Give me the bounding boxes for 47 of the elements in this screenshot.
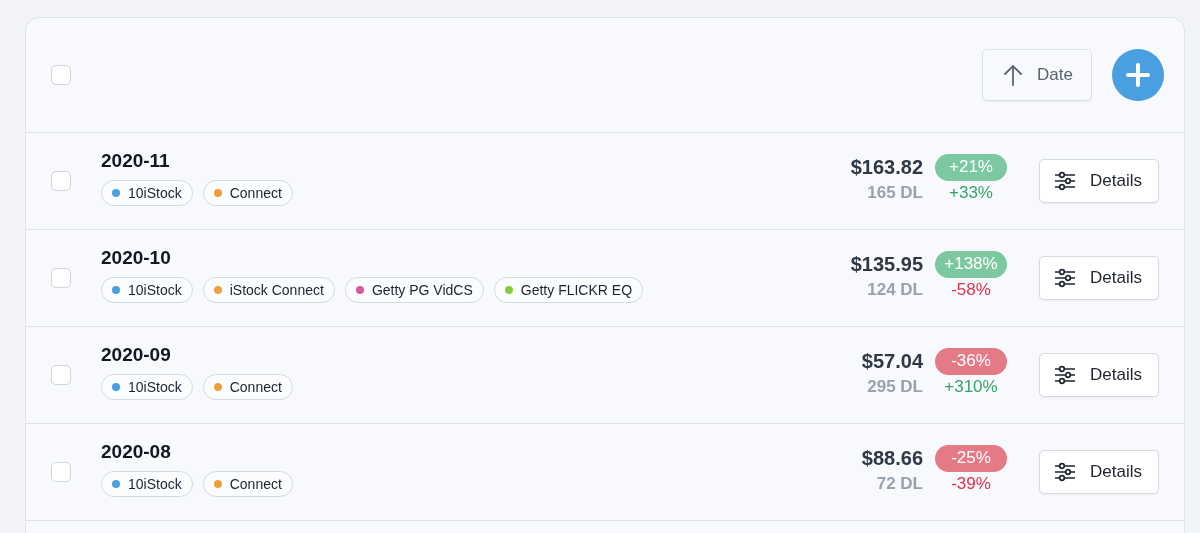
row-checkbox[interactable] [51, 462, 71, 482]
sliders-icon [1054, 268, 1076, 288]
row-title: 2020-08 [101, 441, 172, 463]
tag-label: Connect [229, 379, 282, 395]
tag-label: Connect [229, 185, 282, 201]
download-change: -39% [950, 473, 992, 494]
download-change: -58% [950, 279, 992, 300]
tag-label: 10iStock [128, 282, 182, 298]
amount: $163.82 [850, 155, 923, 179]
change-badge: +138% [935, 250, 1007, 278]
download-change: +33% [948, 182, 994, 203]
sort-button[interactable]: Date [982, 49, 1092, 101]
sliders-icon [1054, 462, 1076, 482]
tag-label: iStock Connect [229, 282, 324, 298]
download-count: 295 DL [866, 376, 923, 397]
download-count: 165 DL [866, 182, 923, 203]
row-title: 2020-10 [101, 247, 172, 269]
change-badge: -25% [935, 444, 1007, 472]
details-button[interactable]: Details [1039, 353, 1159, 397]
plus-icon [1125, 62, 1151, 88]
tag-label: Getty FLICKR EQ [520, 282, 633, 298]
tag-label: Connect [229, 476, 282, 492]
sliders-icon [1054, 365, 1076, 385]
change-badge: -36% [935, 347, 1007, 375]
add-button[interactable] [1112, 49, 1164, 101]
row-checkbox[interactable] [51, 268, 71, 288]
tag-label: Getty PG VidCS [371, 282, 473, 298]
change-badge: +21% [935, 153, 1007, 181]
details-button[interactable]: Details [1039, 450, 1159, 494]
tag-label: 10iStock [128, 379, 182, 395]
row-title: 2020-11 [101, 150, 171, 172]
arrow-up-icon [1003, 64, 1024, 86]
details-button[interactable]: Details [1039, 159, 1159, 203]
tag-label: 10iStock [128, 476, 182, 492]
row-checkbox[interactable] [51, 365, 71, 385]
download-count: 124 DL [866, 279, 923, 300]
sliders-icon [1054, 171, 1076, 191]
download-change: +310% [943, 376, 999, 397]
amount: $88.66 [861, 446, 923, 470]
tag-label: 10iStock [128, 185, 182, 201]
row-title: 2020-09 [101, 344, 172, 366]
details-button[interactable]: Details [1039, 256, 1159, 300]
download-count: 72 DL [875, 473, 923, 494]
row-checkbox[interactable] [51, 171, 71, 191]
select-all-checkbox[interactable] [51, 65, 71, 85]
amount: $57.04 [861, 349, 923, 373]
amount: $135.95 [850, 252, 923, 276]
